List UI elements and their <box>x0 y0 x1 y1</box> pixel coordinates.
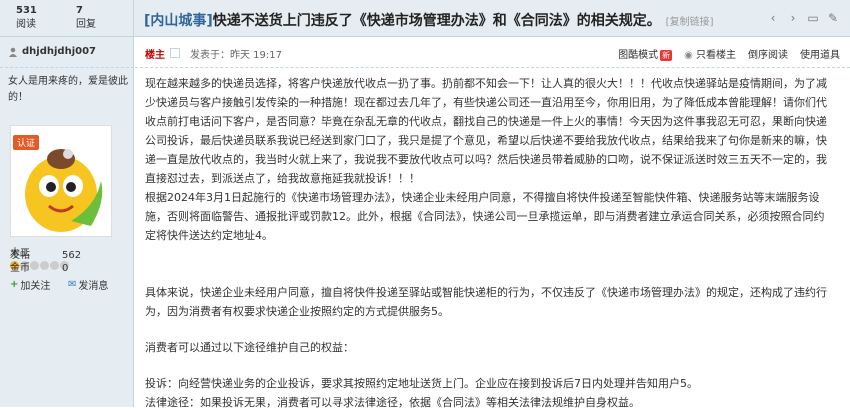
message-label: 发消息 <box>78 281 109 292</box>
post-paragraph: 消费者可以通过以下途径维护自己的权益： <box>145 341 354 354</box>
post-paragraph: 根据2024年3月1日起施行的《快递市场管理办法》，快递企业未经用户同意，不得擅… <box>145 191 825 242</box>
posts-label: 发帖 <box>10 250 30 261</box>
plus-icon: + <box>10 279 19 290</box>
coins-label: 金币 <box>10 263 30 274</box>
author-column: dhjdhjdhj007 女人是用来疼的，爱是彼此的！ 认证 木工 发帖 562… <box>0 37 134 407</box>
posts-stat: 发帖 562 <box>10 249 81 262</box>
post-paragraph: 具体来说，快递企业未经用户同意，擅自将快件投递至驿站或智能快递柜的行为，不仅违反… <box>145 286 827 318</box>
post-time: 发表于：昨天 19:17 <box>190 50 282 61</box>
replies-stat: 7 回复 <box>76 4 126 32</box>
picture-mode-link[interactable]: 图酷模式新 <box>618 46 673 61</box>
post-tools: 图酷模式新 ◉ 只看楼主 倒序阅读 使用道具 <box>618 46 840 61</box>
post-header: 楼主 发表于：昨天 19:17 图酷模式新 ◉ 只看楼主 倒序阅读 使用道具 <box>135 37 850 68</box>
posts-count[interactable]: 562 <box>62 250 81 261</box>
post-paragraph: 法律途径：如果投诉无果，消费者可以寻求法律途径，依据《合同法》等相关法律法规维护… <box>145 396 640 409</box>
views-count: 531 <box>16 5 37 16</box>
author-name[interactable]: dhjdhjdhj007 <box>22 46 96 57</box>
post-time-icon <box>170 48 180 58</box>
coins-stat: 金币 0 <box>10 262 68 275</box>
thread-category[interactable]: [内山城事] <box>144 13 213 29</box>
thread-title: [内山城事]快递不送货上门违反了《快递市场管理办法》和《合同法》的相关规定。 [… <box>144 10 713 30</box>
only-author-link[interactable]: ◉ 只看楼主 <box>684 46 736 61</box>
new-badge: 新 <box>660 50 673 61</box>
user-icon <box>9 47 17 57</box>
verified-badge: 认证 <box>13 135 40 150</box>
views-stat: 531 阅读 <box>16 4 66 32</box>
thread-stats: 531 阅读 7 回复 <box>0 0 134 37</box>
forum-post: 531 阅读 7 回复 [内山城事]快递不送货上门违反了《快递市场管理办法》和《… <box>0 0 850 409</box>
prev-thread-icon[interactable]: ‹ <box>766 11 780 25</box>
thread-header: [内山城事]快递不送货上门违反了《快递市场管理办法》和《合同法》的相关规定。 [… <box>134 0 850 37</box>
eye-icon: ◉ <box>684 50 693 61</box>
author-signature: 女人是用来疼的，爱是彼此的！ <box>8 76 128 103</box>
message-icon: ✉ <box>68 279 77 290</box>
picture-mode-label: 图酷模式 <box>618 50 659 61</box>
next-thread-icon[interactable]: › <box>786 11 800 25</box>
thread-title-text: 快递不送货上门违反了《快递市场管理办法》和《合同法》的相关规定。 <box>212 13 661 29</box>
only-author-label: 只看楼主 <box>696 50 736 61</box>
reverse-order-link[interactable]: 倒序阅读 <box>748 46 788 61</box>
post-paragraph: 投诉：向经营快递业务的企业投诉，要求其按照约定地址送货上门。企业应在接到投诉后7… <box>145 377 698 390</box>
message-button[interactable]: ✉ 发消息 <box>68 277 108 292</box>
louzhu-label: 楼主 <box>145 50 165 61</box>
thread-nav-icons: ‹ › ▭ ✎ <box>766 11 840 25</box>
use-tools-link[interactable]: 使用道具 <box>800 46 840 61</box>
tools-icon[interactable]: ✎ <box>826 11 840 25</box>
follow-label: 加关注 <box>20 281 51 292</box>
replies-label: 回复 <box>76 19 96 30</box>
post-paragraph: 现在越来越多的快递员选择，将客户快递放代收点一扔了事。扔前都不知会一下！让人真的… <box>145 77 827 185</box>
coins-count: 0 <box>62 263 69 274</box>
print-icon[interactable]: ▭ <box>806 11 820 25</box>
views-label: 阅读 <box>16 19 36 30</box>
copy-link[interactable]: [复制链接] <box>666 17 714 28</box>
post-body: 现在越来越多的快递员选择，将客户快递放代收点一扔了事。扔前都不知会一下！让人真的… <box>145 74 835 412</box>
replies-count: 7 <box>76 5 83 16</box>
follow-button[interactable]: + 加关注 <box>10 277 50 292</box>
author-header: dhjdhjdhj007 <box>0 37 134 68</box>
